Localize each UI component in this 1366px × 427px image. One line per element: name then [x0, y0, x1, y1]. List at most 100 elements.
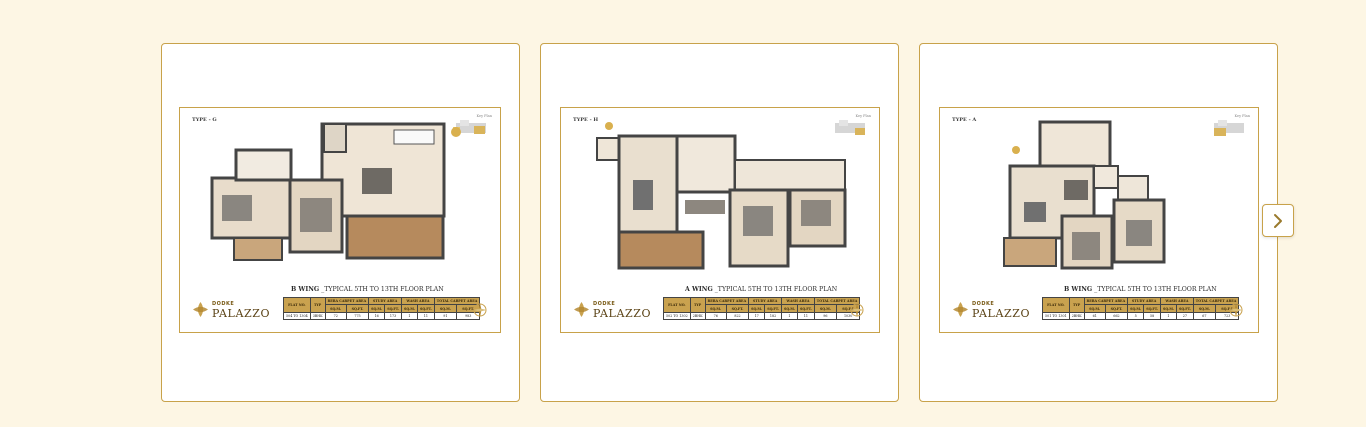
- brand-name: PALAZZO: [593, 307, 652, 320]
- table-cell: 76: [704, 311, 727, 321]
- table-cell: 1: [1159, 311, 1178, 321]
- chevron-right-icon: [1274, 213, 1282, 228]
- table-cell: 17: [748, 311, 766, 321]
- area-table: FLAT NO. TYP RERA CARPET AREA STUDY AREA…: [283, 296, 481, 321]
- table-cell: 1: [780, 311, 799, 321]
- wing-label: B WING: [291, 286, 320, 293]
- compass-icon: [850, 303, 864, 317]
- table-header: WASH AREA: [780, 296, 815, 306]
- unit-header: SQ.FT.: [764, 304, 782, 313]
- unit-header: SQ.FT.: [1143, 304, 1161, 313]
- key-plan-label: Key Plan: [476, 114, 493, 118]
- unit-header: SQ.FT.: [384, 304, 402, 313]
- table-cell: 502 TO 1302: [663, 311, 691, 321]
- floor-plan-card[interactable]: TYPE - A Key Plan B WING _TYPICAL 5TH TO…: [919, 43, 1278, 402]
- caption-text: _TYPICAL 5TH TO 13TH FLOOR PLAN: [712, 286, 838, 293]
- table-cell: 96: [813, 311, 838, 321]
- table-header: STUDY AREA: [748, 296, 782, 306]
- palazzo-logo: DODKE PALAZZO: [573, 300, 653, 320]
- table-cell: 58: [1143, 311, 1161, 321]
- table-row: 502 TO 1302 2BHK 76 822 17 182 1 11 96 1…: [663, 311, 861, 321]
- unit-header: SQ.M.: [704, 304, 727, 313]
- table-row: 504 TO 1304 3BHK 72 775 16 173 1 11 91 9…: [283, 311, 481, 321]
- floor-plan-image[interactable]: TYPE - H Key Plan A WING _TYPICAL 5TH TO…: [560, 107, 880, 333]
- table-header: WASH AREA: [400, 296, 435, 306]
- unit-header: SQ.FT.: [1176, 304, 1194, 313]
- unit-header: SQ.FT.: [417, 304, 435, 313]
- table-cell: 501 TO 1301: [1042, 311, 1070, 321]
- floor-plan-caption: B WING _TYPICAL 5TH TO 13TH FLOOR PLAN: [1064, 286, 1217, 293]
- floor-plan-caption: B WING _TYPICAL 5TH TO 13TH FLOOR PLAN: [291, 286, 444, 293]
- area-table: FLAT NO. TYP RERA CARPET AREA STUDY AREA…: [1042, 296, 1240, 321]
- table-cell: 27: [1176, 311, 1194, 321]
- table-header: WASH AREA: [1159, 296, 1194, 306]
- unit-header: SQ.M.: [748, 304, 766, 313]
- palazzo-logo: DODKE PALAZZO: [952, 300, 1032, 320]
- brand-name: PALAZZO: [212, 307, 271, 320]
- table-header: RERA CARPET AREA: [324, 296, 370, 306]
- unit-header: SQ.M.: [324, 304, 347, 313]
- palazzo-logo-icon: [953, 302, 968, 317]
- palazzo-logo: DODKE PALAZZO: [192, 300, 272, 320]
- brand-name: PALAZZO: [972, 307, 1031, 320]
- unit-header: SQ.M.: [1159, 304, 1178, 313]
- unit-header: SQ.M.: [433, 304, 458, 313]
- floor-plan-carousel: TYPE - G Key Plan B WING _TYPICAL 5TH TO…: [161, 43, 1279, 402]
- carousel-next-button[interactable]: [1262, 204, 1294, 237]
- floor-plan-image[interactable]: TYPE - G Key Plan B WING _TYPICAL 5TH TO…: [179, 107, 501, 333]
- table-cell: 16: [368, 311, 386, 321]
- floor-plan-card[interactable]: TYPE - H Key Plan A WING _TYPICAL 5TH TO…: [540, 43, 899, 402]
- floor-plan-drawing: [596, 122, 847, 270]
- unit-header: SQ.M.: [813, 304, 838, 313]
- unit-header: SQ.FT.: [797, 304, 815, 313]
- table-cell: 3BHK: [309, 311, 326, 321]
- caption-text: _TYPICAL 5TH TO 13TH FLOOR PLAN: [319, 286, 444, 293]
- table-cell: 2BHK: [1068, 311, 1085, 321]
- table-cell: 173: [384, 311, 402, 321]
- table-header: FLAT NO.: [663, 297, 691, 313]
- table-header: TYP: [689, 297, 706, 313]
- unit-header: SQ.FT.: [725, 304, 750, 313]
- table-header: STUDY AREA: [368, 296, 402, 306]
- key-plan-label: Key Plan: [855, 114, 872, 118]
- unit-header: SQ.M.: [780, 304, 799, 313]
- unit-header: SQ.M.: [1083, 304, 1106, 313]
- table-header: RERA CARPET AREA: [704, 296, 750, 306]
- table-header: FLAT NO.: [283, 297, 311, 313]
- table-cell: 61: [1083, 311, 1106, 321]
- table-cell: 662: [1104, 311, 1129, 321]
- table-header: TYP: [1068, 297, 1085, 313]
- floor-plan-drawing: [1003, 120, 1166, 270]
- table-cell: 504 TO 1304: [283, 311, 311, 321]
- table-cell: 91: [433, 311, 458, 321]
- table-header: TYP: [309, 297, 326, 313]
- table-header: FLAT NO.: [1042, 297, 1070, 313]
- wing-label: B WING: [1064, 286, 1093, 293]
- table-cell: 11: [417, 311, 435, 321]
- table-cell: 2BHK: [689, 311, 706, 321]
- table-cell: 182: [764, 311, 782, 321]
- unit-header: SQ.M.: [400, 304, 419, 313]
- table-cell: 72: [324, 311, 347, 321]
- floor-plan-image[interactable]: TYPE - A Key Plan B WING _TYPICAL 5TH TO…: [939, 107, 1259, 333]
- unit-header: SQ.FT.: [345, 304, 370, 313]
- unit-header: SQ.M.: [1192, 304, 1217, 313]
- table-cell: 67: [1192, 311, 1217, 321]
- table-header: STUDY AREA: [1127, 296, 1161, 306]
- compass-icon: [1229, 303, 1243, 317]
- floor-plan-drawing: [210, 122, 461, 261]
- table-cell: 5: [1127, 311, 1145, 321]
- unit-header: SQ.M.: [368, 304, 386, 313]
- table-cell: 822: [725, 311, 750, 321]
- area-table: FLAT NO. TYP RERA CARPET AREA STUDY AREA…: [663, 296, 861, 321]
- table-row: 501 TO 1301 2BHK 61 662 5 58 1 27 67 723: [1042, 311, 1240, 321]
- palazzo-logo-icon: [574, 302, 589, 317]
- floor-plan-card[interactable]: TYPE - G Key Plan B WING _TYPICAL 5TH TO…: [161, 43, 520, 402]
- key-plan-label: Key Plan: [1234, 114, 1251, 118]
- wing-label: A WING: [685, 286, 713, 293]
- palazzo-logo-icon: [193, 302, 208, 317]
- table-cell: 775: [345, 311, 370, 321]
- floor-plan-caption: A WING _TYPICAL 5TH TO 13TH FLOOR PLAN: [685, 286, 837, 293]
- table-cell: 1: [400, 311, 419, 321]
- table-cell: 11: [797, 311, 815, 321]
